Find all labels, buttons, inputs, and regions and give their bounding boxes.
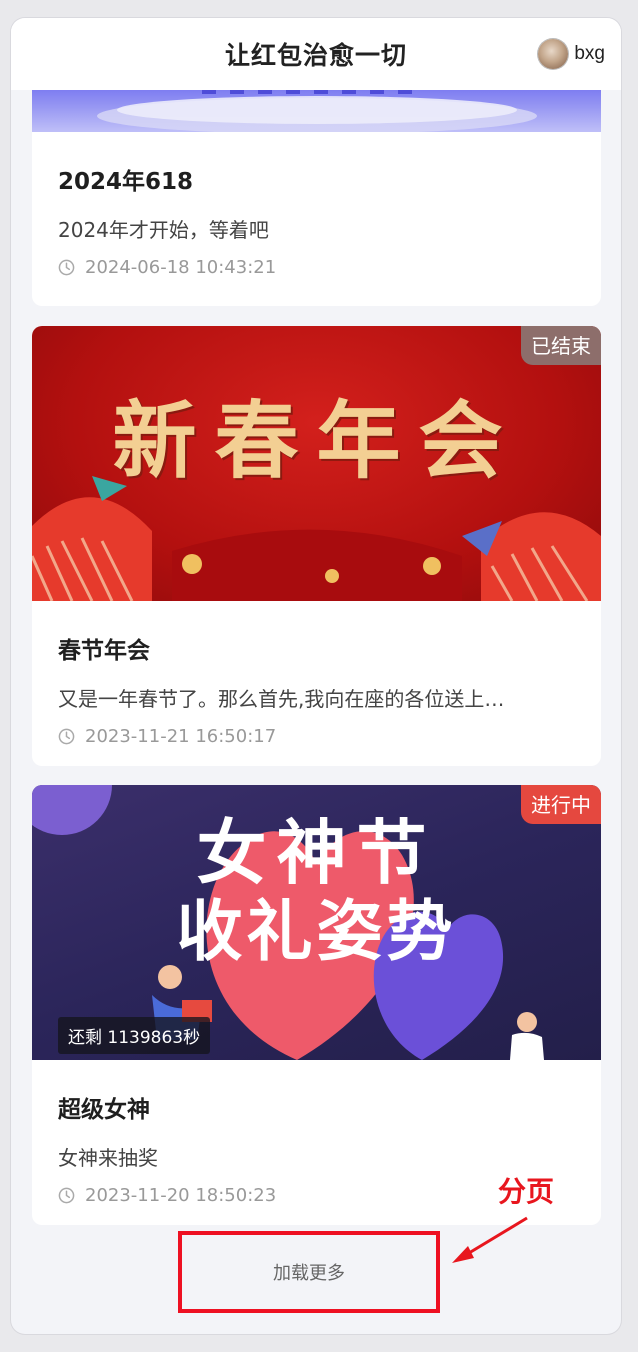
clock-icon (58, 1187, 75, 1204)
clock-icon (58, 259, 75, 276)
activity-title: 春节年会 (58, 638, 150, 664)
cover-line-1: 女神节 (196, 812, 437, 894)
activity-time: 2023-11-21 16:50:17 (58, 726, 575, 747)
clock-icon (58, 728, 75, 745)
activity-title: 2024年618 (58, 169, 194, 195)
mobile-frame: 让红包治愈一切 bxg 2024年618 2024年才开始，等着吧 2024-0… (11, 18, 621, 1334)
page-title: 让红包治愈一切 (224, 41, 407, 70)
status-badge: 进行中 (521, 785, 601, 824)
activity-card[interactable]: 女神节 收礼姿势 进行中 还剩 1139863秒 超级女神 女神来抽奖 2023… (32, 785, 601, 1225)
activity-cover-image[interactable]: 新春年会 已结束 (32, 326, 601, 601)
activity-description: 女神来抽奖 (58, 1146, 158, 1170)
activity-description: 又是一年春节了。那么首先,我向在座的各位送上… (58, 687, 505, 711)
countdown-label: 还剩 1139863秒 (58, 1017, 211, 1054)
username: bxg (574, 43, 605, 64)
activity-card[interactable]: 新春年会 已结束 春节年会 又是一年春节了。那么首先,我向在座的各位送上… 20… (32, 326, 601, 766)
cover-title: 女神节 收礼姿势 (32, 813, 601, 969)
top-bar: 让红包治愈一切 bxg (11, 18, 621, 90)
cover-line-2: 收礼姿势 (176, 892, 457, 970)
activity-card[interactable]: 2024年618 2024年才开始，等着吧 2024-06-18 10:43:2… (32, 80, 601, 306)
avatar[interactable] (538, 39, 569, 69)
load-more-button[interactable]: 加载更多 (180, 1233, 438, 1311)
status-badge: 已结束 (521, 326, 601, 365)
activity-title: 超级女神 (58, 1097, 150, 1123)
activity-time-text: 2023-11-20 18:50:23 (85, 1185, 277, 1206)
activity-time-text: 2023-11-21 16:50:17 (85, 726, 277, 747)
activity-cover-image[interactable]: 女神节 收礼姿势 进行中 还剩 1139863秒 (32, 785, 601, 1060)
activity-time-text: 2024-06-18 10:43:21 (85, 257, 277, 278)
annotation-label: 分页 (498, 1175, 555, 1208)
user-menu[interactable]: bxg (538, 39, 605, 69)
activity-description: 2024年才开始，等着吧 (58, 218, 269, 242)
activity-time: 2024-06-18 10:43:21 (58, 257, 575, 278)
cover-calligraphy-text: 新春年会 (112, 391, 521, 490)
